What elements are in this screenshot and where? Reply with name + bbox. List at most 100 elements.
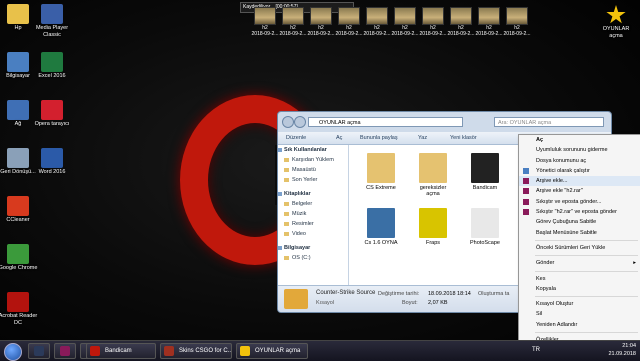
file-label: Bandicam — [472, 185, 498, 191]
taskbar-window-button[interactable]: OYUNLAR açma — [236, 343, 308, 359]
screenshot-thumbnail[interactable]: h2 2018-09-2... — [390, 7, 420, 37]
nav-pane-item[interactable]: Karşıdan Yüklem — [278, 155, 348, 165]
context-menu-item[interactable]: Kes — [519, 274, 640, 284]
selected-item-type: Kısayol — [316, 300, 335, 306]
thumbnail-label: h2 2018-09-2... — [503, 25, 531, 37]
desktop-icon-label: OYUNLAR açma — [602, 26, 630, 39]
taskbar-window-button[interactable]: Skins CSGO for C... — [160, 343, 232, 359]
file-item[interactable]: gereksizler açma — [413, 153, 453, 197]
app-icon — [34, 346, 44, 356]
app-icon — [7, 148, 29, 168]
taskbar: Bandicam Skins CSGO for C... OYUNLAR açma … — [0, 340, 640, 361]
cs-source-icon — [284, 289, 308, 309]
address-bar[interactable]: OYUNLAR açma — [308, 117, 463, 127]
desktop-icon-label: Word 2016 — [38, 169, 66, 175]
menu-item-label: Arşive ekle... — [536, 178, 568, 185]
menu-item-icon — [523, 178, 529, 185]
context-menu-item[interactable]: Arşive ekle "h2.rar" — [519, 186, 640, 196]
desktop-icon-oyunlar[interactable]: OYUNLAR açma — [596, 5, 636, 39]
context-menu-item[interactable]: Dosya konumunu aç — [519, 156, 640, 166]
context-menu-item[interactable]: Kısayol Oluştur — [519, 299, 640, 309]
taskbar-window-button[interactable]: Bandicam — [86, 343, 156, 359]
screenshot-thumbnail[interactable]: h2 2018-09-2... — [474, 7, 504, 37]
nav-pane-item[interactable]: Video — [278, 229, 348, 239]
screenshot-thumbnail[interactable]: h2 2018-09-2... — [278, 7, 308, 37]
file-item[interactable]: PhotoScape — [465, 208, 505, 246]
nav-pane-item[interactable]: OS (C:) — [278, 253, 348, 263]
desktop-icon-label: Acrobat Reader DC — [0, 313, 38, 326]
taskbar-window-label: Skins CSGO for C... — [179, 348, 232, 354]
share-button[interactable]: Bununla paylaş — [360, 132, 398, 144]
thumbnail-image — [394, 7, 416, 25]
app-icon — [7, 244, 29, 264]
screenshot-thumbnail[interactable]: h2 2018-09-2... — [418, 7, 448, 37]
nav-pane-item[interactable]: Bilgisayar — [278, 243, 348, 253]
app-icon — [41, 52, 63, 72]
file-item[interactable]: Fraps — [413, 208, 453, 246]
context-menu-item[interactable]: Arşive ekle... — [519, 176, 640, 187]
screenshot-thumbnail[interactable]: h2 2018-09-2... — [334, 7, 364, 37]
desktop-icon[interactable]: CCleaner — [0, 196, 38, 224]
menu-item-label: Yeniden Adlandır — [536, 321, 578, 328]
start-button[interactable] — [4, 343, 22, 361]
media-player-taskbar-icon[interactable] — [28, 343, 50, 359]
app-icon — [7, 4, 29, 24]
context-menu-item[interactable]: Önceki Sürümleri Geri Yükle — [519, 243, 640, 253]
context-menu-item[interactable]: Kopyala — [519, 284, 640, 294]
nav-pane-item[interactable]: Resimler — [278, 219, 348, 229]
file-item[interactable]: Bandicam — [465, 153, 505, 191]
file-item[interactable]: CS Extreme — [361, 153, 401, 191]
nav-pane-item[interactable]: Belgeler — [278, 199, 348, 209]
search-input[interactable]: Ara: OYUNLAR açma — [494, 117, 604, 127]
screenshot-thumbnail[interactable]: h2 2018-09-2... — [502, 7, 532, 37]
context-menu-item[interactable]: Sıkıştır ve eposta gönder... — [519, 197, 640, 207]
app-icon — [164, 346, 174, 356]
desktop-icon[interactable]: Media Player Classic — [32, 4, 72, 38]
context-menu-item[interactable]: Görev Çubuğuna Sabitle — [519, 217, 640, 227]
print-button[interactable]: Yaz — [418, 132, 427, 144]
nav-pane-item[interactable]: Müzik — [278, 209, 348, 219]
nav-pane-item[interactable]: Son Yerler — [278, 175, 348, 185]
screenshot-thumbnail[interactable]: h2 2018-09-2... — [446, 7, 476, 37]
nav-pane-item[interactable]: Kitaplıklar — [278, 189, 348, 199]
new-folder-button[interactable]: Yeni klasör — [450, 132, 477, 144]
desktop-icon[interactable]: Acrobat Reader DC — [0, 292, 38, 326]
screenshot-thumbnail[interactable]: h2 2018-09-2... — [362, 7, 392, 37]
context-menu-item[interactable]: Sıkıştır "h2.rar" ve eposta gönder — [519, 207, 640, 217]
context-menu-item[interactable]: Aç — [519, 135, 640, 145]
screenshot-thumbnail[interactable]: h2 2018-09-2... — [306, 7, 336, 37]
menu-item-icon — [523, 209, 529, 216]
app-icon — [7, 196, 29, 216]
winrar-taskbar-icon[interactable] — [54, 343, 76, 359]
thumbnail-image — [422, 7, 444, 25]
clock[interactable]: 21:04 21.09.2018 — [608, 343, 636, 358]
desktop-icon[interactable]: Word 2016 — [32, 148, 72, 176]
context-menu-item[interactable]: Uyumluluk sorununu giderme — [519, 145, 640, 155]
menu-item-label: Gönder — [536, 260, 555, 267]
context-menu-item[interactable]: Yönetici olarak çalıştır — [519, 166, 640, 176]
nav-pane-item[interactable]: Masaüstü — [278, 165, 348, 175]
context-menu-item[interactable]: Yeniden Adlandır — [519, 320, 640, 330]
desktop-icon[interactable]: Google Chrome — [0, 244, 38, 272]
screenshot-thumbnail[interactable]: h2 2018-09-2... — [250, 7, 280, 37]
menu-item-icon — [523, 198, 529, 205]
context-menu-item[interactable]: Gönder ▸ — [519, 258, 640, 268]
created-label: Oluşturma ta — [478, 291, 510, 297]
language-indicator[interactable]: TR — [532, 347, 540, 353]
context-menu-item[interactable]: Sil — [519, 309, 640, 319]
forward-button[interactable] — [294, 116, 306, 128]
file-label: Fraps — [425, 240, 441, 246]
organize-button[interactable]: Düzenle — [286, 132, 306, 144]
nav-pane-item[interactable]: Sık Kullanılanlar — [278, 145, 348, 155]
desktop-icon[interactable]: Excel 2016 — [32, 52, 72, 80]
thumbnail-label: h2 2018-09-2... — [251, 25, 279, 37]
back-button[interactable] — [282, 116, 294, 128]
clock-date: 21.09.2018 — [608, 350, 636, 357]
thumbnail-label: h2 2018-09-2... — [307, 25, 335, 37]
app-icon — [7, 52, 29, 72]
desktop-icon[interactable]: Opera tarayıcı — [32, 100, 72, 128]
open-button[interactable]: Aç — [336, 132, 342, 144]
menu-item-label: Aç — [536, 137, 544, 143]
file-item[interactable]: Cs 1.6 OYNA — [361, 208, 401, 246]
context-menu-item[interactable]: Başlat Menüsüne Sabitle — [519, 228, 640, 238]
